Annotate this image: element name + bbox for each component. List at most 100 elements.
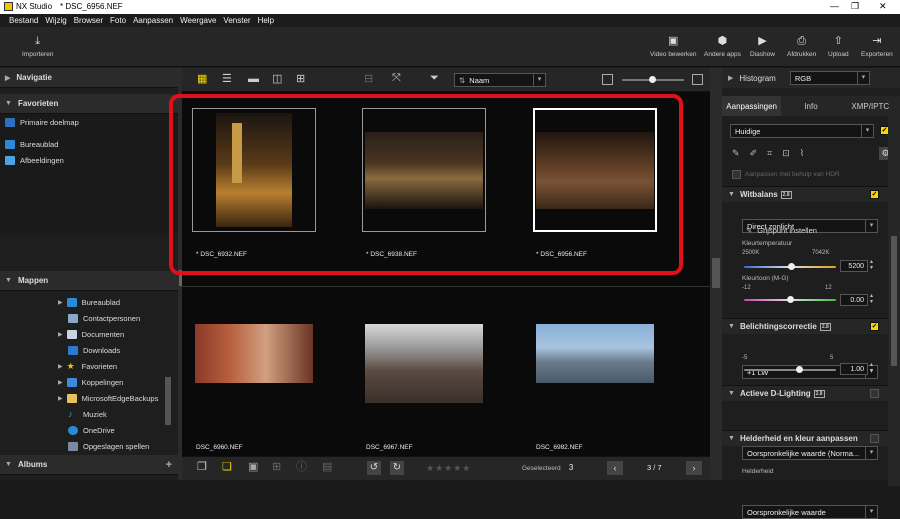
compare-view-icon[interactable]: ◫ — [272, 74, 282, 85]
sort-dropdown[interactable]: ⇅ Naam ▾ — [454, 73, 546, 87]
import-button[interactable]: ⤓ Importeren — [22, 35, 53, 58]
tab-xmp-iptc[interactable]: XMP/IPTC — [841, 96, 900, 116]
grey-point-row[interactable]: ✎ Grijspunt instellen — [746, 226, 817, 235]
close-icon[interactable]: ✕ — [879, 1, 887, 12]
adl-header[interactable]: ▼ Actieve D-Lighting 2.8 — [722, 385, 888, 401]
brightness-color-checkbox[interactable] — [870, 434, 879, 443]
adl-dropdown[interactable]: Oorspronkelijke waarde (Norma... ▾ — [742, 446, 878, 460]
slideshow-button[interactable]: ▶ Diashow — [750, 35, 775, 58]
albums-header[interactable]: ▼ Albums + — [0, 455, 178, 475]
print-button[interactable]: ⎙ Afdrukken — [787, 35, 816, 58]
minimize-icon[interactable]: — — [830, 1, 839, 11]
thumb-small-icon[interactable] — [602, 74, 613, 85]
folder-scrollbar[interactable] — [165, 377, 171, 425]
temperature-knob[interactable] — [788, 263, 796, 270]
folders-header[interactable]: ▼ Mappen — [0, 271, 178, 291]
list-view-icon[interactable]: ☰ — [222, 74, 232, 85]
stack-icon[interactable]: ❐ — [197, 462, 207, 473]
temperature-input[interactable]: 5200 — [840, 260, 868, 272]
favorites-header[interactable]: ▼ Favorieten — [0, 94, 178, 114]
folder-item[interactable]: Contactpersonen — [58, 310, 178, 326]
adl-checkbox[interactable] — [870, 389, 879, 398]
menu-item-foto[interactable]: Foto — [110, 16, 126, 25]
frame-icon[interactable]: ▣ — [248, 462, 258, 473]
folder-item[interactable]: ♪ Muziek — [58, 406, 178, 422]
grid-overlay-icon[interactable]: ⊞ — [272, 462, 281, 473]
crop-icon[interactable]: ⌗ — [767, 148, 772, 158]
tint-input[interactable]: 0.00 — [840, 294, 868, 306]
histogram-channel-dropdown[interactable]: RGB ▾ — [789, 71, 870, 85]
folder-item[interactable]: ▶ MicrosoftEdgeBackups — [58, 390, 178, 406]
exposure-header[interactable]: ▼ Belichtingscorrectie 2.8 — [722, 318, 888, 334]
tint-knob[interactable] — [786, 296, 794, 303]
rotate-right-icon[interactable]: ↻ — [390, 461, 404, 475]
select-all-icon[interactable]: ❏ — [222, 462, 232, 473]
previous-page-icon[interactable]: ‹ — [607, 461, 623, 475]
info-icon[interactable]: ⓘ — [296, 462, 307, 473]
white-balance-header[interactable]: ▼ Witbalans 2.8 — [722, 186, 888, 202]
tint-stepper-icon[interactable]: ▴ ▾ — [870, 293, 873, 305]
thumbnail-image[interactable] — [536, 132, 654, 209]
thumbnail-image[interactable] — [365, 324, 483, 403]
brightness-color-header[interactable]: ▼ Helderheid en kleur aanpassen — [722, 430, 888, 446]
perspective-icon[interactable]: ⌇ — [800, 148, 804, 158]
thumbnail-image[interactable] — [216, 113, 292, 227]
menu-item-browser[interactable]: Browser — [74, 16, 103, 25]
video-edit-button[interactable]: ▣ Video bewerken — [650, 35, 697, 58]
exposure-knob[interactable] — [795, 366, 803, 373]
folder-item[interactable]: OneDrive — [58, 422, 178, 438]
preset-dropdown[interactable]: Huidige ▾ — [730, 124, 874, 138]
scroll-thumb[interactable] — [712, 258, 720, 288]
favorite-item[interactable]: Bureaublad — [5, 136, 178, 152]
single-view-icon[interactable]: ▬ — [248, 74, 259, 85]
thumb-large-icon[interactable] — [692, 74, 703, 85]
navigation-header[interactable]: ▶ Navigatie — [0, 68, 178, 88]
filter-icon[interactable]: ⏷ — [430, 73, 439, 84]
brightness-color-dropdown[interactable]: Oorspronkelijke waarde ▾ — [742, 505, 878, 519]
add-album-button[interactable]: + — [166, 459, 172, 471]
folder-item[interactable]: ▶ Koppelingen — [58, 374, 178, 390]
slider-knob[interactable] — [649, 76, 656, 83]
straighten-icon[interactable]: ⊡ — [782, 148, 790, 158]
temperature-stepper-icon[interactable]: ▴ ▾ — [870, 259, 873, 271]
exposure-slider[interactable] — [744, 369, 836, 371]
menu-item-wijzig[interactable]: Wijzig — [45, 16, 66, 25]
exposure-stepper-icon[interactable]: ▴ ▾ — [870, 362, 873, 374]
rotate-left-icon[interactable]: ↺ — [367, 461, 381, 475]
thumbnail-image[interactable] — [195, 324, 313, 383]
tab-adjustments[interactable]: Aanpassingen — [722, 96, 782, 116]
thumbnail-image[interactable] — [536, 324, 654, 383]
eyedropper-icon[interactable]: ✎ — [732, 148, 740, 158]
histogram-icon[interactable]: ▤ — [322, 462, 332, 473]
favorite-item[interactable]: Afbeeldingen — [5, 152, 178, 168]
compare4-view-icon[interactable]: ⊞ — [296, 74, 305, 85]
restore-icon[interactable]: ❐ — [851, 1, 859, 12]
menu-item-help[interactable]: Help — [258, 16, 274, 25]
rating-stars[interactable]: ★★★★★ — [426, 463, 471, 474]
tab-info[interactable]: Info — [781, 96, 840, 116]
thumbnail-image[interactable] — [365, 132, 483, 209]
folder-item[interactable]: ▶ Bureaublad — [58, 294, 178, 310]
favorite-item[interactable]: Primaire doelmap — [5, 114, 178, 130]
folder-item[interactable]: Opgeslagen spellen — [58, 438, 178, 454]
grid-view-icon[interactable]: ▦ — [197, 74, 207, 85]
other-apps-button[interactable]: ⬢ Andere apps — [704, 35, 741, 58]
upload-button[interactable]: ⇧ Upload — [828, 35, 849, 58]
menu-item-aanpassen[interactable]: Aanpassen — [133, 16, 173, 25]
fit-icon[interactable]: ⤧ — [392, 73, 401, 84]
menu-item-bestand[interactable]: Bestand — [9, 16, 38, 25]
folder-item[interactable]: Downloads — [58, 342, 178, 358]
exposure-input[interactable]: 1.00 — [840, 363, 868, 375]
folder-item[interactable]: ▶ Documenten — [58, 326, 178, 342]
menu-item-weergave[interactable]: Weergave — [180, 16, 216, 25]
exposure-checkbox[interactable]: ✓ — [870, 322, 879, 331]
grid-size-icon[interactable]: ⊟ — [364, 74, 373, 85]
histogram-header[interactable]: ▶ Histogram RGB ▾ — [722, 68, 900, 88]
adjustments-scroll-thumb[interactable] — [891, 236, 897, 366]
export-button[interactable]: ⇥ Exporteren — [861, 35, 893, 58]
next-page-icon[interactable]: › — [686, 461, 702, 475]
white-balance-checkbox[interactable]: ✓ — [870, 190, 879, 199]
folder-item[interactable]: ▶ ★ Favorieten — [58, 358, 178, 374]
menu-item-venster[interactable]: Venster — [223, 16, 250, 25]
retouch-icon[interactable]: ✐ — [750, 148, 758, 158]
